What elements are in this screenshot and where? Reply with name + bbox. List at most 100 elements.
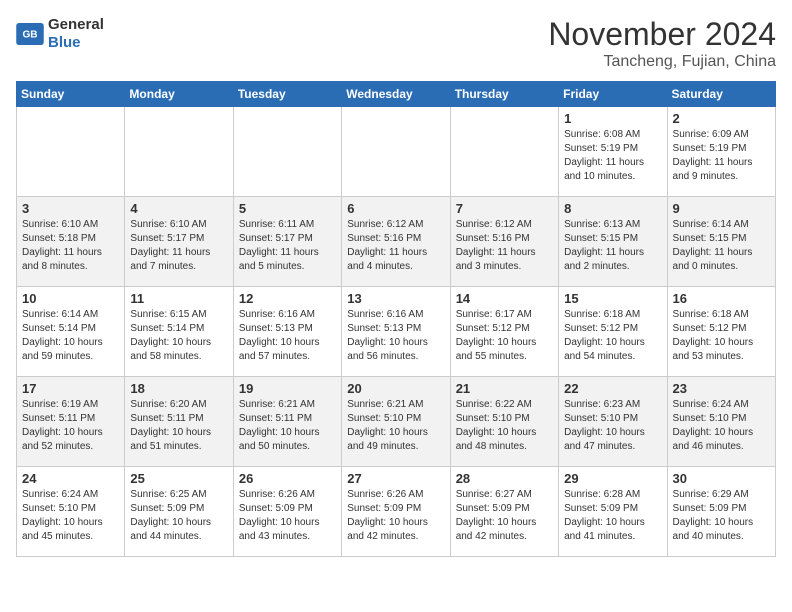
day-number: 1 (564, 111, 661, 126)
logo-icon: GB (16, 23, 44, 45)
day-number: 2 (673, 111, 770, 126)
day-number: 24 (22, 471, 119, 486)
day-info: Sunrise: 6:10 AMSunset: 5:18 PMDaylight:… (22, 218, 119, 274)
calendar-cell: 19 Sunrise: 6:21 AMSunset: 5:11 PMDayligh… (233, 377, 341, 467)
day-number: 29 (564, 471, 661, 486)
calendar-cell: 7 Sunrise: 6:12 AMSunset: 5:16 PMDaylight… (450, 197, 558, 287)
calendar-cell: 16 Sunrise: 6:18 AMSunset: 5:12 PMDayligh… (667, 287, 775, 377)
calendar-cell: 4Sunrise: 6:10 AMSunset: 5:17 PMDaylight… (125, 197, 233, 287)
logo-blue-text: Blue (48, 34, 81, 51)
calendar-week-row: 3 Sunrise: 6:10 AMSunset: 5:18 PMDaylight… (17, 197, 776, 287)
day-info: Sunrise: 6:09 AMSunset: 5:19 PMDaylight:… (673, 128, 770, 184)
calendar-cell: 6Sunrise: 6:12 AMSunset: 5:16 PMDaylight… (342, 197, 450, 287)
day-info: Sunrise: 6:18 AMSunset: 5:12 PMDaylight:… (564, 308, 661, 364)
calendar-cell: 11 Sunrise: 6:15 AMSunset: 5:14 PMDayligh… (125, 287, 233, 377)
calendar-cell: 14 Sunrise: 6:17 AMSunset: 5:12 PMDayligh… (450, 287, 558, 377)
day-number: 30 (673, 471, 770, 486)
calendar-cell: 21 Sunrise: 6:22 AMSunset: 5:10 PMDayligh… (450, 377, 558, 467)
day-info: Sunrise: 6:26 AMSunset: 5:09 PMDaylight:… (347, 488, 444, 544)
calendar-week-row: 17 Sunrise: 6:19 AMSunset: 5:11 PMDayligh… (17, 377, 776, 467)
calendar-cell: 12Sunrise: 6:16 AMSunset: 5:13 PMDayligh… (233, 287, 341, 377)
day-number: 6 (347, 201, 444, 216)
day-number: 11 (130, 291, 227, 306)
day-info: Sunrise: 6:18 AMSunset: 5:12 PMDaylight:… (673, 308, 770, 364)
day-info: Sunrise: 6:22 AMSunset: 5:10 PMDaylight:… (456, 398, 553, 454)
day-info: Sunrise: 6:11 AMSunset: 5:17 PMDaylight:… (239, 218, 336, 274)
day-info: Sunrise: 6:27 AMSunset: 5:09 PMDaylight:… (456, 488, 553, 544)
calendar-cell: 28 Sunrise: 6:27 AMSunset: 5:09 PMDayligh… (450, 467, 558, 557)
calendar-cell: 17 Sunrise: 6:19 AMSunset: 5:11 PMDayligh… (17, 377, 125, 467)
calendar-cell: 18Sunrise: 6:20 AMSunset: 5:11 PMDayligh… (125, 377, 233, 467)
calendar-cell: 27Sunrise: 6:26 AMSunset: 5:09 PMDayligh… (342, 467, 450, 557)
calendar-table: SundayMondayTuesdayWednesdayThursdayFrid… (16, 81, 776, 557)
day-info: Sunrise: 6:25 AMSunset: 5:09 PMDaylight:… (130, 488, 227, 544)
day-number: 19 (239, 381, 336, 396)
calendar-body: 1 Sunrise: 6:08 AMSunset: 5:19 PMDaylight… (17, 107, 776, 557)
day-number: 17 (22, 381, 119, 396)
calendar-cell: 8 Sunrise: 6:13 AMSunset: 5:15 PMDaylight… (559, 197, 667, 287)
weekday-header-saturday: Saturday (667, 82, 775, 107)
day-info: Sunrise: 6:23 AMSunset: 5:10 PMDaylight:… (564, 398, 661, 454)
day-number: 14 (456, 291, 553, 306)
weekday-header-sunday: Sunday (17, 82, 125, 107)
day-info: Sunrise: 6:21 AMSunset: 5:11 PMDaylight:… (239, 398, 336, 454)
day-info: Sunrise: 6:14 AMSunset: 5:15 PMDaylight:… (673, 218, 770, 274)
calendar-cell: 29 Sunrise: 6:28 AMSunset: 5:09 PMDayligh… (559, 467, 667, 557)
day-number: 25 (130, 471, 227, 486)
day-info: Sunrise: 6:15 AMSunset: 5:14 PMDaylight:… (130, 308, 227, 364)
day-info: Sunrise: 6:17 AMSunset: 5:12 PMDaylight:… (456, 308, 553, 364)
day-info: Sunrise: 6:13 AMSunset: 5:15 PMDaylight:… (564, 218, 661, 274)
calendar-cell: 15Sunrise: 6:18 AMSunset: 5:12 PMDayligh… (559, 287, 667, 377)
day-number: 13 (347, 291, 444, 306)
day-info: Sunrise: 6:16 AMSunset: 5:13 PMDaylight:… (347, 308, 444, 364)
calendar-cell: 23 Sunrise: 6:24 AMSunset: 5:10 PMDayligh… (667, 377, 775, 467)
day-info: Sunrise: 6:16 AMSunset: 5:13 PMDaylight:… (239, 308, 336, 364)
calendar-cell: 22Sunrise: 6:23 AMSunset: 5:10 PMDayligh… (559, 377, 667, 467)
calendar-cell: 30 Sunrise: 6:29 AMSunset: 5:09 PMDayligh… (667, 467, 775, 557)
day-info: Sunrise: 6:28 AMSunset: 5:09 PMDaylight:… (564, 488, 661, 544)
logo-general-text: General (48, 16, 104, 33)
calendar-cell: 9 Sunrise: 6:14 AMSunset: 5:15 PMDaylight… (667, 197, 775, 287)
day-info: Sunrise: 6:10 AMSunset: 5:17 PMDaylight:… (130, 218, 227, 274)
day-info: Sunrise: 6:08 AMSunset: 5:19 PMDaylight:… (564, 128, 661, 184)
weekday-header-friday: Friday (559, 82, 667, 107)
day-number: 26 (239, 471, 336, 486)
calendar-week-row: 10 Sunrise: 6:14 AMSunset: 5:14 PMDayligh… (17, 287, 776, 377)
day-number: 9 (673, 201, 770, 216)
day-number: 7 (456, 201, 553, 216)
weekday-header-tuesday: Tuesday (233, 82, 341, 107)
location: Tancheng, Fujian, China (548, 53, 776, 71)
svg-text:GB: GB (22, 30, 37, 41)
calendar-cell: 13 Sunrise: 6:16 AMSunset: 5:13 PMDayligh… (342, 287, 450, 377)
day-number: 23 (673, 381, 770, 396)
calendar-cell (233, 107, 341, 197)
day-info: Sunrise: 6:20 AMSunset: 5:11 PMDaylight:… (130, 398, 227, 454)
day-number: 20 (347, 381, 444, 396)
weekday-header-row: SundayMondayTuesdayWednesdayThursdayFrid… (17, 82, 776, 107)
day-info: Sunrise: 6:24 AMSunset: 5:10 PMDaylight:… (22, 488, 119, 544)
calendar-cell: 10 Sunrise: 6:14 AMSunset: 5:14 PMDayligh… (17, 287, 125, 377)
day-info: Sunrise: 6:12 AMSunset: 5:16 PMDaylight:… (456, 218, 553, 274)
calendar-cell: 1 Sunrise: 6:08 AMSunset: 5:19 PMDaylight… (559, 107, 667, 197)
day-number: 28 (456, 471, 553, 486)
calendar-cell: 24 Sunrise: 6:24 AMSunset: 5:10 PMDayligh… (17, 467, 125, 557)
calendar-week-row: 24 Sunrise: 6:24 AMSunset: 5:10 PMDayligh… (17, 467, 776, 557)
calendar-cell: 20Sunrise: 6:21 AMSunset: 5:10 PMDayligh… (342, 377, 450, 467)
day-number: 5 (239, 201, 336, 216)
weekday-header-thursday: Thursday (450, 82, 558, 107)
calendar-cell (17, 107, 125, 197)
day-info: Sunrise: 6:24 AMSunset: 5:10 PMDaylight:… (673, 398, 770, 454)
day-info: Sunrise: 6:19 AMSunset: 5:11 PMDaylight:… (22, 398, 119, 454)
day-number: 16 (673, 291, 770, 306)
weekday-header-wednesday: Wednesday (342, 82, 450, 107)
day-info: Sunrise: 6:14 AMSunset: 5:14 PMDaylight:… (22, 308, 119, 364)
calendar-cell (450, 107, 558, 197)
day-info: Sunrise: 6:29 AMSunset: 5:09 PMDaylight:… (673, 488, 770, 544)
day-number: 3 (22, 201, 119, 216)
day-number: 21 (456, 381, 553, 396)
calendar-week-row: 1 Sunrise: 6:08 AMSunset: 5:19 PMDaylight… (17, 107, 776, 197)
header: GB General Blue November 2024 Tancheng, … (16, 16, 776, 71)
calendar-cell (125, 107, 233, 197)
day-number: 8 (564, 201, 661, 216)
day-number: 10 (22, 291, 119, 306)
